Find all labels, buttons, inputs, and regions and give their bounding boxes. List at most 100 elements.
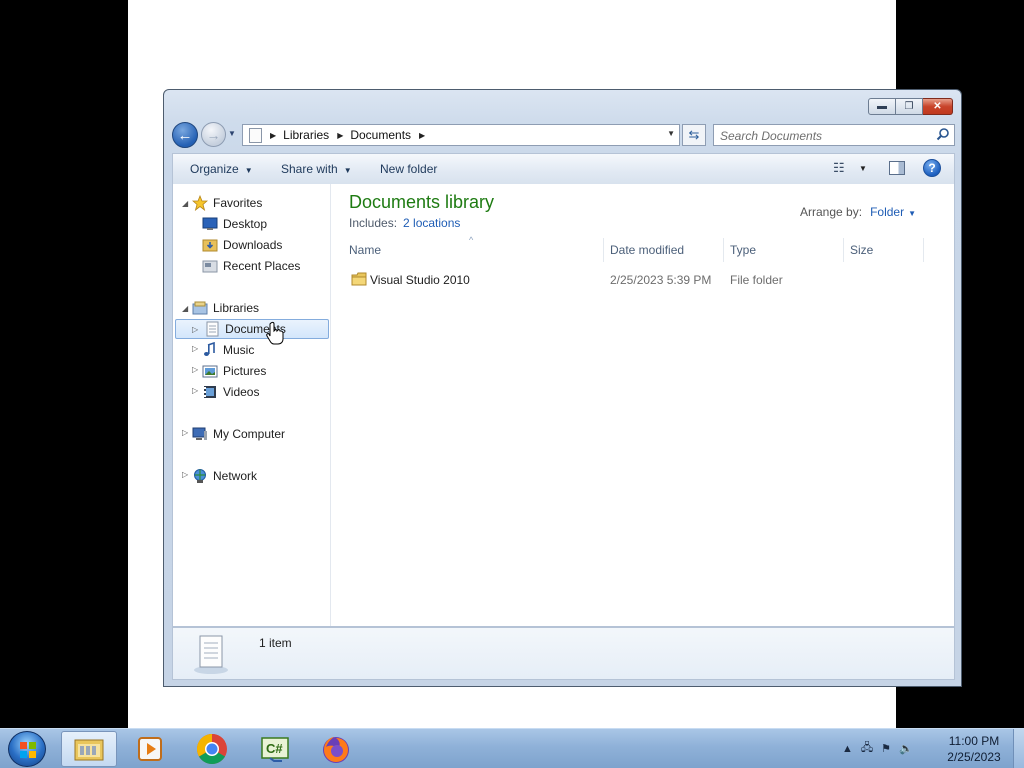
tree-music[interactable]: Music — [202, 340, 254, 360]
taskbar-visual-csharp[interactable]: C# — [247, 731, 303, 767]
search-box[interactable] — [713, 124, 955, 146]
forward-button[interactable]: → — [201, 122, 226, 147]
command-bar: Organize ▼ Share with ▼ New folder ☷ ▼ ? — [172, 153, 955, 184]
minimize-button[interactable]: ▬ — [868, 98, 896, 115]
tree-label: Pictures — [223, 364, 267, 378]
taskbar-chrome[interactable] — [184, 731, 240, 767]
new-folder-button[interactable]: New folder — [380, 162, 437, 176]
tree-my-computer[interactable]: My Computer — [192, 424, 285, 444]
action-center-flag-icon[interactable]: ⚑ — [881, 742, 891, 755]
clock[interactable]: 11:00 PM 2/25/2023 — [942, 733, 1006, 765]
help-button[interactable]: ? — [923, 159, 941, 177]
firefox-icon — [323, 737, 349, 763]
tree-videos[interactable]: Videos — [202, 382, 259, 402]
computer-icon — [192, 426, 208, 442]
view-list-icon: ☷ — [833, 160, 845, 175]
recent-places-icon — [202, 258, 218, 274]
view-options-dropdown[interactable]: ▼ — [859, 164, 867, 173]
preview-pane-button[interactable] — [889, 161, 905, 175]
arrange-by: Arrange by: Folder ▼ — [800, 205, 916, 219]
maximize-button[interactable]: ❐ — [896, 98, 923, 115]
explorer-window: ▬ ❐ ✕ ← → ▼ ▶ Libraries ▶ Documents ▶ ▼ … — [163, 89, 962, 687]
tree-network[interactable]: Network — [192, 466, 257, 486]
collapse-arrow-icon[interactable]: ◢ — [182, 199, 188, 208]
tree-label: Downloads — [223, 238, 283, 252]
column-header-size[interactable]: Size — [844, 238, 924, 262]
show-desktop-button[interactable] — [1013, 729, 1024, 768]
svg-text:C#: C# — [266, 741, 283, 756]
breadcrumb-documents[interactable]: Documents — [350, 128, 411, 142]
tree-label: My Computer — [213, 427, 286, 441]
chevron-right-icon[interactable]: ▶ — [270, 131, 276, 140]
library-title: Documents library — [349, 192, 495, 212]
tree-desktop[interactable]: Desktop — [202, 214, 267, 234]
tree-label: Libraries — [213, 301, 260, 315]
expand-arrow-icon[interactable]: ▷ — [192, 344, 198, 353]
file-type: File folder — [730, 273, 783, 287]
taskbar-media-player[interactable] — [122, 731, 178, 767]
clock-date: 2/25/2023 — [947, 750, 1001, 764]
window-controls: ▬ ❐ ✕ — [868, 98, 953, 115]
column-header-date-modified[interactable]: Date modified — [604, 238, 724, 262]
search-icon[interactable] — [936, 127, 950, 141]
recent-pages-dropdown[interactable]: ▼ — [228, 129, 236, 138]
document-icon — [249, 127, 262, 143]
tree-label: Recent Places — [223, 259, 301, 273]
organize-label: Organize — [190, 162, 239, 176]
arrow-left-icon: ← — [177, 126, 193, 144]
help-icon: ? — [928, 161, 936, 175]
system-tray: ▲ 🖧 ⚑ 🔈 — [842, 739, 913, 758]
refresh-button[interactable]: ⇆ — [682, 124, 706, 146]
address-bar[interactable]: ▶ Libraries ▶ Documents ▶ ▼ — [242, 124, 680, 146]
chevron-down-icon: ▼ — [244, 166, 253, 175]
downloads-folder-icon — [202, 237, 218, 253]
chevron-right-icon[interactable]: ▶ — [419, 131, 425, 140]
chevron-down-icon: ▼ — [343, 166, 352, 175]
collapse-arrow-icon[interactable]: ◢ — [182, 304, 188, 313]
address-history-dropdown[interactable]: ▼ — [667, 129, 675, 138]
folder-icon — [351, 271, 367, 290]
back-button[interactable]: ← — [172, 122, 198, 148]
tree-recent-places[interactable]: Recent Places — [202, 256, 300, 276]
tree-libraries[interactable]: Libraries — [192, 298, 259, 318]
change-view-button[interactable]: ☷ — [833, 160, 845, 176]
expand-arrow-icon[interactable]: ▷ — [182, 470, 188, 479]
expand-arrow-icon[interactable]: ▷ — [192, 365, 198, 374]
hand-cursor-icon — [266, 321, 284, 345]
breadcrumb-libraries[interactable]: Libraries — [283, 128, 329, 142]
expand-arrow-icon[interactable]: ▷ — [182, 428, 188, 437]
star-icon — [191, 194, 209, 212]
folder-icon — [74, 739, 104, 761]
search-input[interactable] — [720, 128, 925, 143]
windows-logo-icon — [20, 742, 36, 758]
arrow-right-icon: → — [206, 126, 221, 143]
locations-link[interactable]: 2 locations — [403, 216, 460, 230]
media-player-icon — [138, 737, 162, 761]
includes-label: Includes: — [349, 216, 398, 230]
tree-pictures[interactable]: Pictures — [202, 361, 266, 381]
arrange-by-dropdown[interactable]: Folder — [870, 205, 904, 219]
tree-documents[interactable]: ▷ Documents — [175, 319, 329, 339]
network-status-icon[interactable]: 🖧 — [861, 739, 873, 758]
share-with-button[interactable]: Share with ▼ — [281, 162, 352, 176]
tree-downloads[interactable]: Downloads — [202, 235, 282, 255]
videos-icon — [202, 384, 218, 400]
start-button[interactable] — [8, 731, 46, 767]
volume-icon[interactable]: 🔈 — [899, 742, 913, 755]
taskbar-explorer[interactable] — [61, 731, 117, 767]
music-icon — [202, 341, 218, 358]
tree-favorites[interactable]: Favorites — [191, 193, 263, 213]
expand-arrow-icon[interactable]: ▷ — [192, 386, 198, 395]
column-header-name[interactable]: Name — [343, 238, 604, 262]
close-button[interactable]: ✕ — [923, 98, 953, 115]
tree-label: Favorites — [213, 196, 263, 210]
details-pane: 1 item — [172, 627, 955, 680]
column-header-type[interactable]: Type — [724, 238, 844, 262]
expand-arrow-icon[interactable]: ▷ — [192, 325, 198, 334]
file-row[interactable]: Visual Studio 2010 2/25/2023 5:39 PM Fil… — [349, 270, 949, 290]
show-hidden-icons-icon[interactable]: ▲ — [842, 743, 853, 755]
chevron-right-icon[interactable]: ▶ — [337, 131, 343, 140]
organize-button[interactable]: Organize ▼ — [190, 162, 253, 176]
chevron-down-icon[interactable]: ▼ — [908, 209, 916, 218]
taskbar-firefox[interactable] — [308, 731, 364, 767]
